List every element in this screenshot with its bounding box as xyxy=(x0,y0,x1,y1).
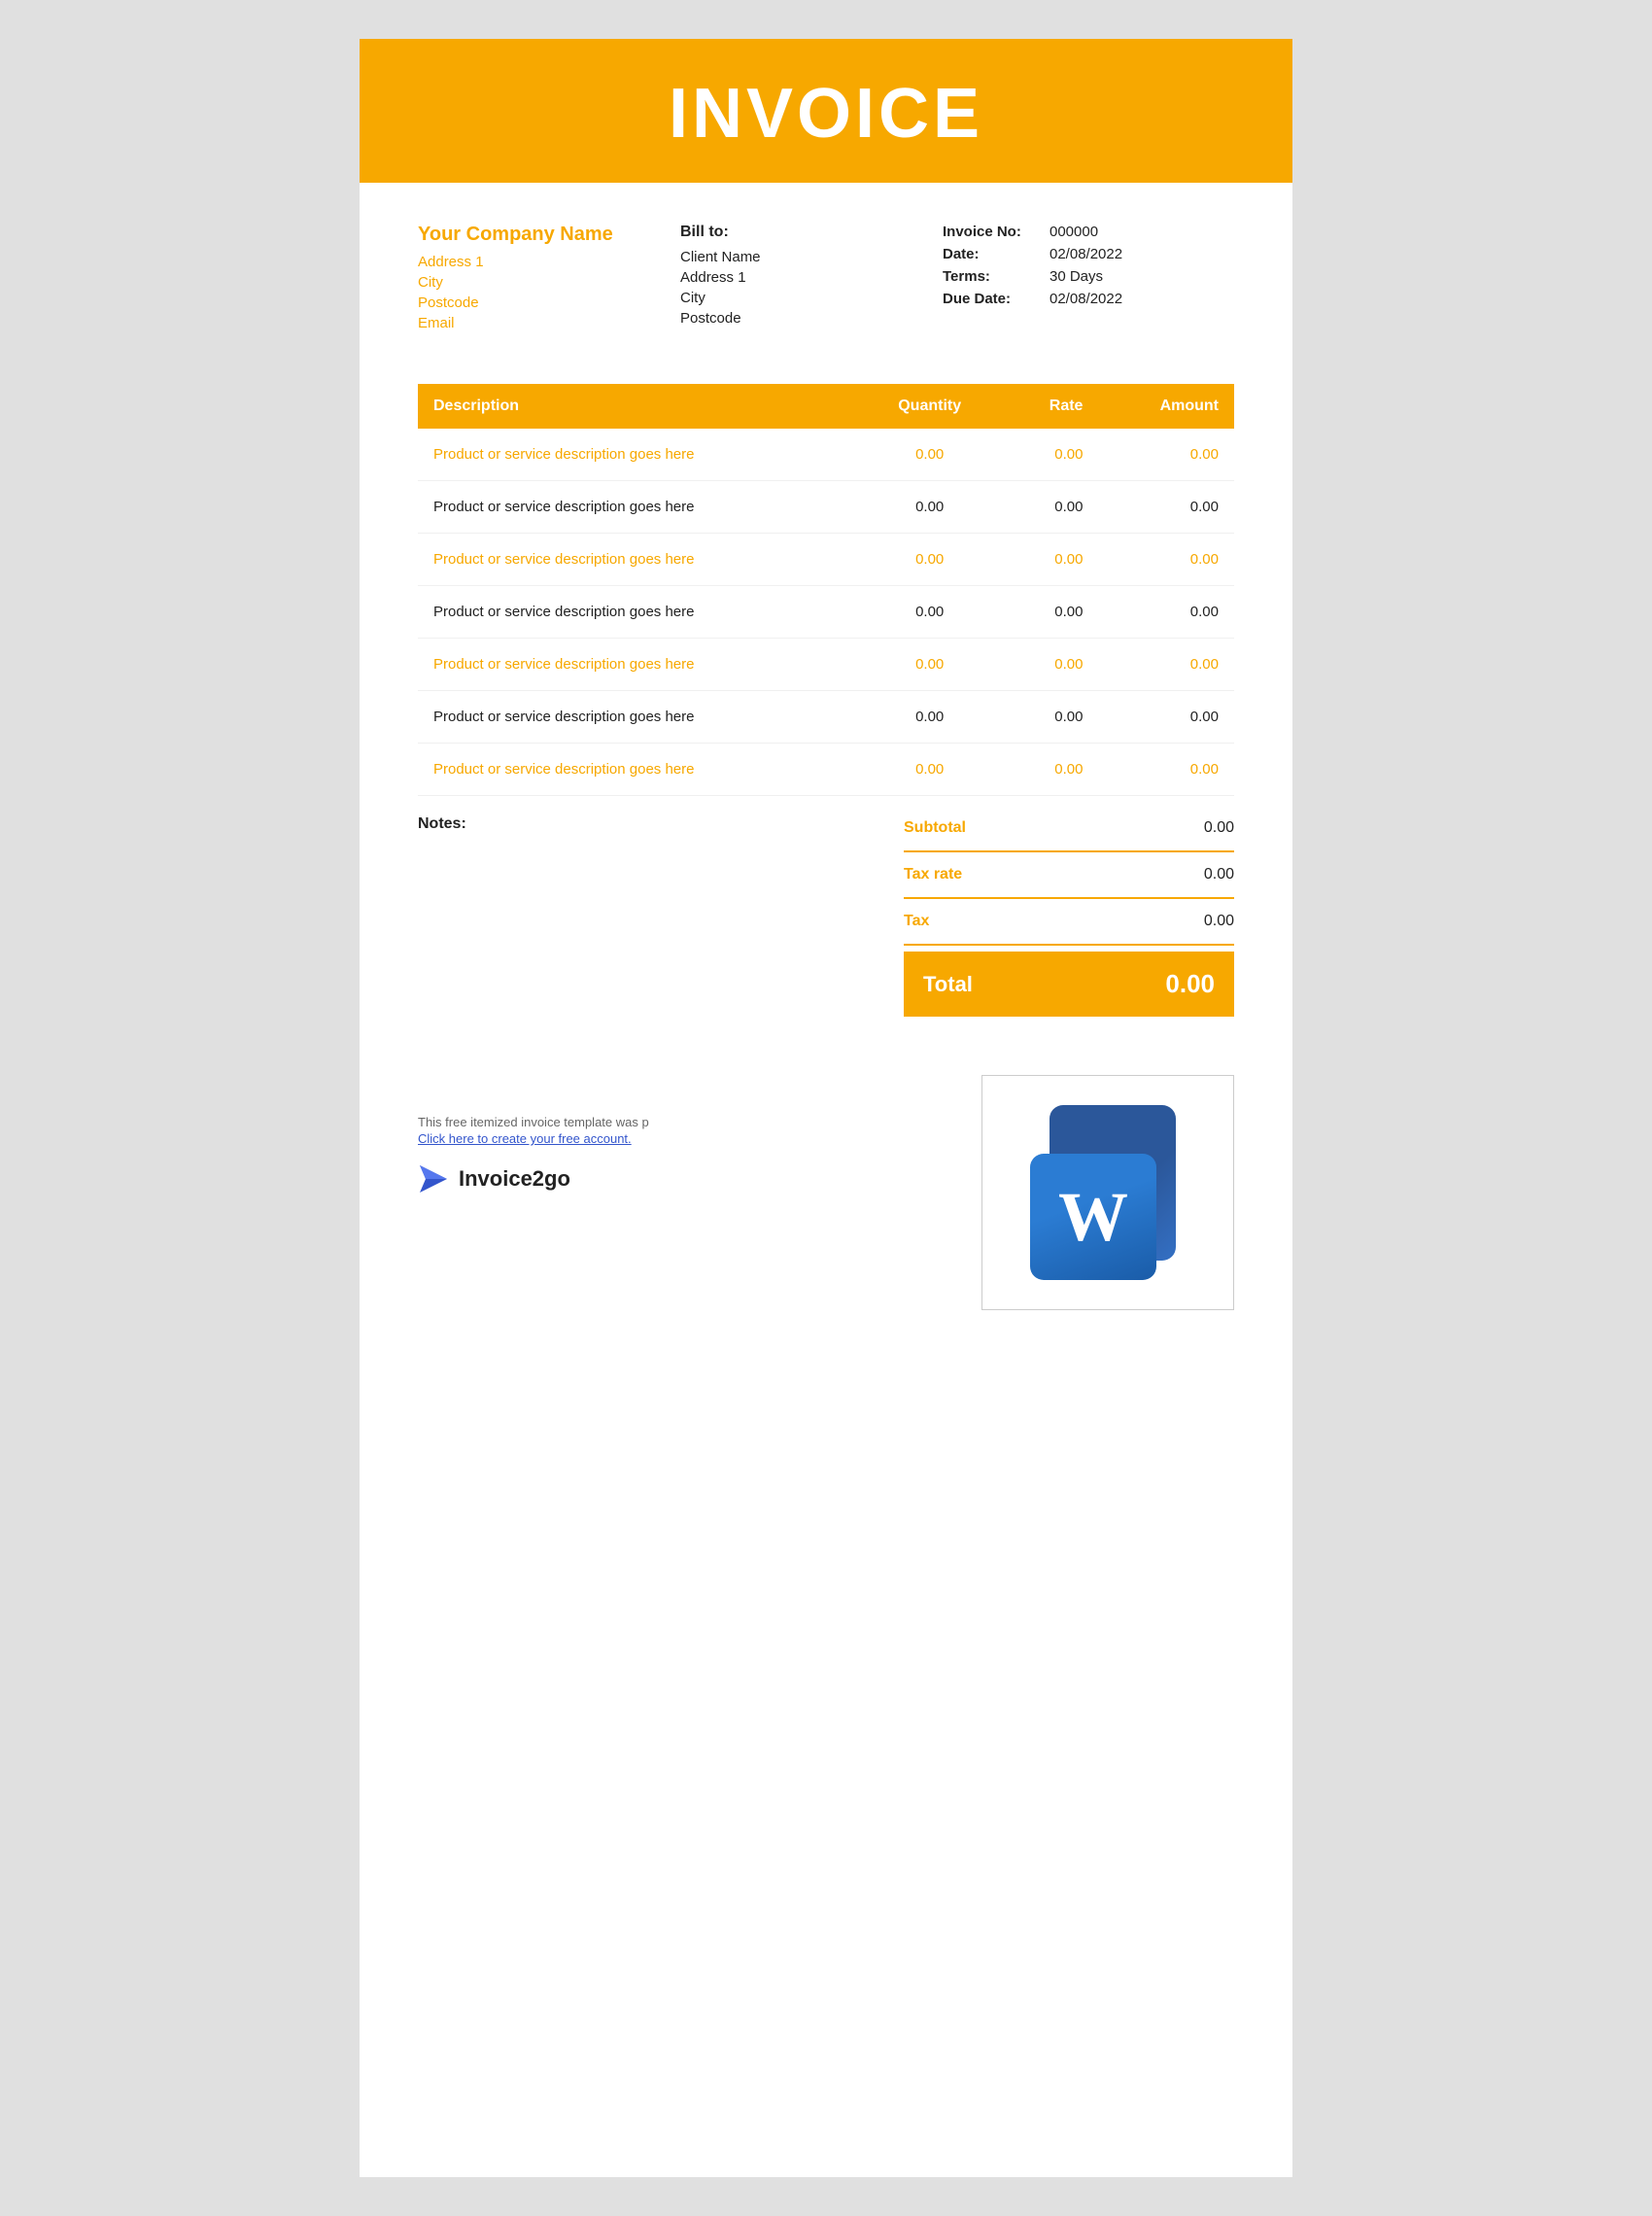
brand-name: Invoice2go xyxy=(459,1166,570,1192)
total-value: 0.00 xyxy=(1165,969,1215,999)
row-amount: 0.00 xyxy=(1098,691,1234,744)
company-city: City xyxy=(418,274,632,291)
word-icon: W xyxy=(1030,1105,1186,1280)
table-row: Product or service description goes here… xyxy=(418,429,1234,481)
footer-link[interactable]: Click here to create your free account. xyxy=(418,1131,943,1146)
row-quantity: 0.00 xyxy=(859,481,1001,534)
invoice-meta-column: Invoice No: 000000 Date: 02/08/2022 Term… xyxy=(943,224,1234,335)
row-description: Product or service description goes here xyxy=(418,586,859,639)
invoice-title: INVOICE xyxy=(360,74,1292,154)
row-amount: 0.00 xyxy=(1098,429,1234,481)
col-quantity: Quantity xyxy=(859,384,1001,429)
invoice-table: Description Quantity Rate Amount Product… xyxy=(418,384,1234,796)
divider-3 xyxy=(904,944,1234,946)
meta-invoice-no: Invoice No: 000000 xyxy=(943,224,1234,240)
footer-text: This free itemized invoice template was … xyxy=(418,1115,649,1129)
bill-client-name: Client Name xyxy=(680,249,894,265)
word-icon-container: W xyxy=(981,1075,1234,1310)
due-date-label: Due Date: xyxy=(943,291,1050,307)
row-amount: 0.00 xyxy=(1098,639,1234,691)
row-rate: 0.00 xyxy=(1001,429,1099,481)
date-label: Date: xyxy=(943,246,1050,262)
col-description: Description xyxy=(418,384,859,429)
subtotal-label: Subtotal xyxy=(904,819,966,837)
bill-to-column: Bill to: Client Name Address 1 City Post… xyxy=(680,224,894,335)
meta-date: Date: 02/08/2022 xyxy=(943,246,1234,262)
bill-city: City xyxy=(680,290,894,306)
notes-column: Notes: xyxy=(418,806,865,833)
row-rate: 0.00 xyxy=(1001,481,1099,534)
row-rate: 0.00 xyxy=(1001,691,1099,744)
row-amount: 0.00 xyxy=(1098,481,1234,534)
row-quantity: 0.00 xyxy=(859,691,1001,744)
col-amount: Amount xyxy=(1098,384,1234,429)
due-date-value: 02/08/2022 xyxy=(1050,291,1122,307)
invoice2go-brand: Invoice2go xyxy=(418,1163,943,1195)
row-quantity: 0.00 xyxy=(859,744,1001,796)
tax-row: Tax 0.00 xyxy=(904,899,1234,944)
footer-section: This free itemized invoice template was … xyxy=(360,1036,1292,1368)
row-amount: 0.00 xyxy=(1098,586,1234,639)
date-value: 02/08/2022 xyxy=(1050,246,1122,262)
row-rate: 0.00 xyxy=(1001,639,1099,691)
row-quantity: 0.00 xyxy=(859,639,1001,691)
invoice2go-icon xyxy=(418,1163,449,1195)
terms-value: 30 Days xyxy=(1050,268,1103,285)
bill-to-label: Bill to: xyxy=(680,224,894,241)
row-description: Product or service description goes here xyxy=(418,429,859,481)
table-row: Product or service description goes here… xyxy=(418,744,1234,796)
table-row: Product or service description goes here… xyxy=(418,586,1234,639)
tax-value: 0.00 xyxy=(1204,913,1234,930)
totals-column: Subtotal 0.00 Tax rate 0.00 Tax 0.00 Tot… xyxy=(904,806,1234,1017)
invoice-table-section: Description Quantity Rate Amount Product… xyxy=(360,384,1292,796)
table-row: Product or service description goes here… xyxy=(418,534,1234,586)
notes-label: Notes: xyxy=(418,815,466,832)
row-description: Product or service description goes here xyxy=(418,534,859,586)
row-amount: 0.00 xyxy=(1098,744,1234,796)
total-label: Total xyxy=(923,972,973,997)
subtotal-row: Subtotal 0.00 xyxy=(904,806,1234,850)
word-letter: W xyxy=(1058,1182,1128,1252)
bottom-section: Notes: Subtotal 0.00 Tax rate 0.00 Tax 0… xyxy=(360,806,1292,1017)
row-quantity: 0.00 xyxy=(859,534,1001,586)
footer-left: This free itemized invoice template was … xyxy=(418,1075,943,1195)
row-rate: 0.00 xyxy=(1001,534,1099,586)
tax-rate-row: Tax rate 0.00 xyxy=(904,852,1234,897)
meta-due-date: Due Date: 02/08/2022 xyxy=(943,291,1234,307)
tax-label: Tax xyxy=(904,913,929,930)
invoice-no-value: 000000 xyxy=(1050,224,1098,240)
row-description: Product or service description goes here xyxy=(418,481,859,534)
row-description: Product or service description goes here xyxy=(418,639,859,691)
row-amount: 0.00 xyxy=(1098,534,1234,586)
company-address1: Address 1 xyxy=(418,254,632,270)
row-description: Product or service description goes here xyxy=(418,691,859,744)
table-row: Product or service description goes here… xyxy=(418,691,1234,744)
table-row: Product or service description goes here… xyxy=(418,481,1234,534)
tax-rate-value: 0.00 xyxy=(1204,866,1234,883)
row-rate: 0.00 xyxy=(1001,586,1099,639)
row-description: Product or service description goes here xyxy=(418,744,859,796)
invoice-header: INVOICE xyxy=(360,39,1292,183)
tax-rate-label: Tax rate xyxy=(904,866,962,883)
terms-label: Terms: xyxy=(943,268,1050,285)
table-header-row: Description Quantity Rate Amount xyxy=(418,384,1234,429)
meta-terms: Terms: 30 Days xyxy=(943,268,1234,285)
company-name: Your Company Name xyxy=(418,224,632,246)
table-row: Product or service description goes here… xyxy=(418,639,1234,691)
row-rate: 0.00 xyxy=(1001,744,1099,796)
row-quantity: 0.00 xyxy=(859,429,1001,481)
invoice-page: INVOICE Your Company Name Address 1 City… xyxy=(360,39,1292,2177)
company-email: Email xyxy=(418,315,632,331)
word-icon-front: W xyxy=(1030,1154,1156,1280)
subtotal-value: 0.00 xyxy=(1204,819,1234,837)
col-rate: Rate xyxy=(1001,384,1099,429)
invoice-no-label: Invoice No: xyxy=(943,224,1050,240)
bill-address1: Address 1 xyxy=(680,269,894,286)
bill-postcode: Postcode xyxy=(680,310,894,327)
company-column: Your Company Name Address 1 City Postcod… xyxy=(418,224,632,335)
row-quantity: 0.00 xyxy=(859,586,1001,639)
company-postcode: Postcode xyxy=(418,294,632,311)
info-section: Your Company Name Address 1 City Postcod… xyxy=(360,183,1292,364)
total-bar: Total 0.00 xyxy=(904,952,1234,1017)
